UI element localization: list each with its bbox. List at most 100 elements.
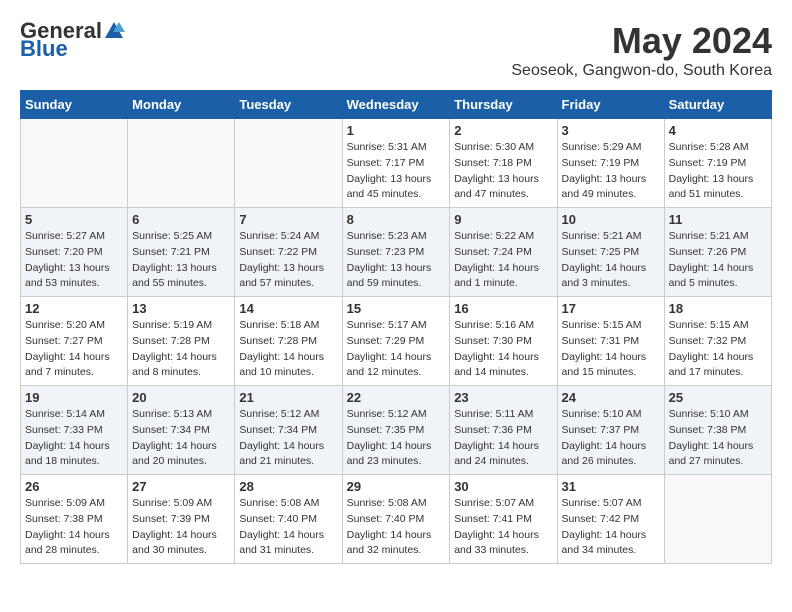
day-info: Sunrise: 5:27 AM Sunset: 7:20 PM Dayligh… [25, 229, 123, 292]
calendar-week-row: 19 Sunrise: 5:14 AM Sunset: 7:33 PM Dayli… [21, 386, 772, 475]
calendar-day-cell [21, 119, 128, 208]
calendar-day-cell: 29 Sunrise: 5:08 AM Sunset: 7:40 PM Dayli… [342, 475, 450, 564]
day-info: Sunrise: 5:31 AM Sunset: 7:17 PM Dayligh… [347, 140, 446, 203]
weekday-header: Tuesday [235, 91, 342, 119]
day-number: 1 [347, 123, 446, 138]
weekday-header: Friday [557, 91, 664, 119]
calendar-day-cell: 27 Sunrise: 5:09 AM Sunset: 7:39 PM Dayli… [128, 475, 235, 564]
day-number: 23 [454, 390, 552, 405]
day-number: 28 [239, 479, 337, 494]
weekday-header: Sunday [21, 91, 128, 119]
day-info: Sunrise: 5:16 AM Sunset: 7:30 PM Dayligh… [454, 318, 552, 381]
day-info: Sunrise: 5:10 AM Sunset: 7:38 PM Dayligh… [669, 407, 767, 470]
calendar-day-cell [235, 119, 342, 208]
day-info: Sunrise: 5:19 AM Sunset: 7:28 PM Dayligh… [132, 318, 230, 381]
calendar-week-row: 5 Sunrise: 5:27 AM Sunset: 7:20 PM Daylig… [21, 208, 772, 297]
day-info: Sunrise: 5:25 AM Sunset: 7:21 PM Dayligh… [132, 229, 230, 292]
day-number: 8 [347, 212, 446, 227]
calendar-day-cell: 23Sunrise: 5:11 AM Sunset: 7:36 PM Dayli… [450, 386, 557, 475]
calendar-day-cell: 10Sunrise: 5:21 AM Sunset: 7:25 PM Dayli… [557, 208, 664, 297]
day-info: Sunrise: 5:28 AM Sunset: 7:19 PM Dayligh… [669, 140, 767, 203]
weekday-header: Wednesday [342, 91, 450, 119]
day-number: 21 [239, 390, 337, 405]
calendar-header-row: SundayMondayTuesdayWednesdayThursdayFrid… [21, 91, 772, 119]
calendar-day-cell: 22 Sunrise: 5:12 AM Sunset: 7:35 PM Dayli… [342, 386, 450, 475]
calendar-day-cell: 26 Sunrise: 5:09 AM Sunset: 7:38 PM Dayli… [21, 475, 128, 564]
calendar-day-cell: 31 Sunrise: 5:07 AM Sunset: 7:42 PM Dayli… [557, 475, 664, 564]
weekday-header: Saturday [664, 91, 771, 119]
weekday-header: Monday [128, 91, 235, 119]
calendar-day-cell: 30 Sunrise: 5:07 AM Sunset: 7:41 PM Dayli… [450, 475, 557, 564]
calendar-week-row: 26 Sunrise: 5:09 AM Sunset: 7:38 PM Dayli… [21, 475, 772, 564]
day-number: 4 [669, 123, 767, 138]
calendar-day-cell: 19 Sunrise: 5:14 AM Sunset: 7:33 PM Dayli… [21, 386, 128, 475]
page-header: General Blue May 2024 Seoseok, Gangwon-d… [20, 20, 772, 80]
calendar-day-cell: 21 Sunrise: 5:12 AM Sunset: 7:34 PM Dayli… [235, 386, 342, 475]
day-number: 25 [669, 390, 767, 405]
calendar-week-row: 12Sunrise: 5:20 AM Sunset: 7:27 PM Dayli… [21, 297, 772, 386]
day-number: 31 [562, 479, 660, 494]
day-number: 19 [25, 390, 123, 405]
day-number: 3 [562, 123, 660, 138]
calendar-day-cell: 15Sunrise: 5:17 AM Sunset: 7:29 PM Dayli… [342, 297, 450, 386]
calendar-day-cell: 25 Sunrise: 5:10 AM Sunset: 7:38 PM Dayli… [664, 386, 771, 475]
calendar-day-cell: 20 Sunrise: 5:13 AM Sunset: 7:34 PM Dayli… [128, 386, 235, 475]
logo: General Blue [20, 20, 126, 60]
calendar-day-cell: 14Sunrise: 5:18 AM Sunset: 7:28 PM Dayli… [235, 297, 342, 386]
calendar-day-cell: 2Sunrise: 5:30 AM Sunset: 7:18 PM Daylig… [450, 119, 557, 208]
day-number: 26 [25, 479, 123, 494]
day-number: 29 [347, 479, 446, 494]
calendar-day-cell: 18 Sunrise: 5:15 AM Sunset: 7:32 PM Dayli… [664, 297, 771, 386]
day-info: Sunrise: 5:12 AM Sunset: 7:35 PM Dayligh… [347, 407, 446, 470]
calendar-day-cell: 1 Sunrise: 5:31 AM Sunset: 7:17 PM Daylig… [342, 119, 450, 208]
day-info: Sunrise: 5:22 AM Sunset: 7:24 PM Dayligh… [454, 229, 552, 292]
day-number: 2 [454, 123, 552, 138]
day-info: Sunrise: 5:12 AM Sunset: 7:34 PM Dayligh… [239, 407, 337, 470]
day-number: 20 [132, 390, 230, 405]
day-info: Sunrise: 5:15 AM Sunset: 7:31 PM Dayligh… [562, 318, 660, 381]
day-info: Sunrise: 5:07 AM Sunset: 7:41 PM Dayligh… [454, 496, 552, 559]
day-info: Sunrise: 5:13 AM Sunset: 7:34 PM Dayligh… [132, 407, 230, 470]
day-info: Sunrise: 5:24 AM Sunset: 7:22 PM Dayligh… [239, 229, 337, 292]
calendar-day-cell: 5 Sunrise: 5:27 AM Sunset: 7:20 PM Daylig… [21, 208, 128, 297]
day-info: Sunrise: 5:17 AM Sunset: 7:29 PM Dayligh… [347, 318, 446, 381]
day-info: Sunrise: 5:09 AM Sunset: 7:39 PM Dayligh… [132, 496, 230, 559]
calendar-table: SundayMondayTuesdayWednesdayThursdayFrid… [20, 90, 772, 564]
day-number: 9 [454, 212, 552, 227]
weekday-header: Thursday [450, 91, 557, 119]
title-area: May 2024 Seoseok, Gangwon-do, South Kore… [511, 20, 772, 80]
day-number: 30 [454, 479, 552, 494]
day-info: Sunrise: 5:09 AM Sunset: 7:38 PM Dayligh… [25, 496, 123, 559]
day-info: Sunrise: 5:10 AM Sunset: 7:37 PM Dayligh… [562, 407, 660, 470]
day-number: 11 [669, 212, 767, 227]
day-info: Sunrise: 5:21 AM Sunset: 7:26 PM Dayligh… [669, 229, 767, 292]
day-number: 27 [132, 479, 230, 494]
calendar-day-cell: 28 Sunrise: 5:08 AM Sunset: 7:40 PM Dayli… [235, 475, 342, 564]
day-number: 22 [347, 390, 446, 405]
calendar-day-cell: 7Sunrise: 5:24 AM Sunset: 7:22 PM Daylig… [235, 208, 342, 297]
day-info: Sunrise: 5:08 AM Sunset: 7:40 PM Dayligh… [347, 496, 446, 559]
day-info: Sunrise: 5:07 AM Sunset: 7:42 PM Dayligh… [562, 496, 660, 559]
calendar-week-row: 1 Sunrise: 5:31 AM Sunset: 7:17 PM Daylig… [21, 119, 772, 208]
day-info: Sunrise: 5:23 AM Sunset: 7:23 PM Dayligh… [347, 229, 446, 292]
day-number: 6 [132, 212, 230, 227]
day-info: Sunrise: 5:14 AM Sunset: 7:33 PM Dayligh… [25, 407, 123, 470]
month-title: May 2024 [511, 20, 772, 62]
day-info: Sunrise: 5:15 AM Sunset: 7:32 PM Dayligh… [669, 318, 767, 381]
calendar-day-cell: 13 Sunrise: 5:19 AM Sunset: 7:28 PM Dayli… [128, 297, 235, 386]
day-number: 18 [669, 301, 767, 316]
day-number: 12 [25, 301, 123, 316]
day-number: 5 [25, 212, 123, 227]
day-number: 17 [562, 301, 660, 316]
calendar-day-cell [128, 119, 235, 208]
calendar-day-cell: 9 Sunrise: 5:22 AM Sunset: 7:24 PM Daylig… [450, 208, 557, 297]
day-info: Sunrise: 5:18 AM Sunset: 7:28 PM Dayligh… [239, 318, 337, 381]
calendar-day-cell: 16Sunrise: 5:16 AM Sunset: 7:30 PM Dayli… [450, 297, 557, 386]
day-number: 13 [132, 301, 230, 316]
day-info: Sunrise: 5:08 AM Sunset: 7:40 PM Dayligh… [239, 496, 337, 559]
calendar-day-cell: 11 Sunrise: 5:21 AM Sunset: 7:26 PM Dayli… [664, 208, 771, 297]
day-info: Sunrise: 5:29 AM Sunset: 7:19 PM Dayligh… [562, 140, 660, 203]
location-title: Seoseok, Gangwon-do, South Korea [511, 62, 772, 80]
calendar-day-cell: 6 Sunrise: 5:25 AM Sunset: 7:21 PM Daylig… [128, 208, 235, 297]
calendar-day-cell: 24Sunrise: 5:10 AM Sunset: 7:37 PM Dayli… [557, 386, 664, 475]
